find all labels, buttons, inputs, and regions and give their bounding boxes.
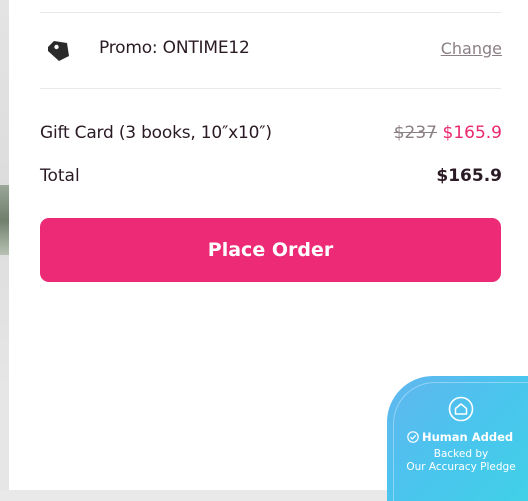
tag-icon [48,41,69,61]
badge-subtitle-line1: Backed by [433,448,489,460]
place-order-button[interactable]: Place Order [40,218,501,282]
human-added-badge[interactable]: Human Added Backed by Our Accuracy Pledg… [387,376,528,501]
background-page-strip [0,0,9,490]
promo-code-label: Promo: ONTIME12 [99,38,250,58]
badge-title: Human Added [407,430,513,444]
house-icon [448,396,474,422]
line-item-sale-price: $165.9 [442,123,502,143]
divider-top [40,12,501,13]
line-item-name: Gift Card (3 books, 10″x10″) [40,123,272,143]
background-image-fragment [0,185,9,255]
total-value: $165.9 [436,166,502,186]
check-circle-icon [407,431,419,443]
badge-title-text: Human Added [422,430,514,444]
divider-middle [40,88,501,89]
line-item-original-price: $237 [393,123,437,143]
badge-subtitle-line2: Our Accuracy Pledge [406,461,516,473]
total-label: Total [40,166,80,186]
change-promo-link[interactable]: Change [441,39,502,58]
